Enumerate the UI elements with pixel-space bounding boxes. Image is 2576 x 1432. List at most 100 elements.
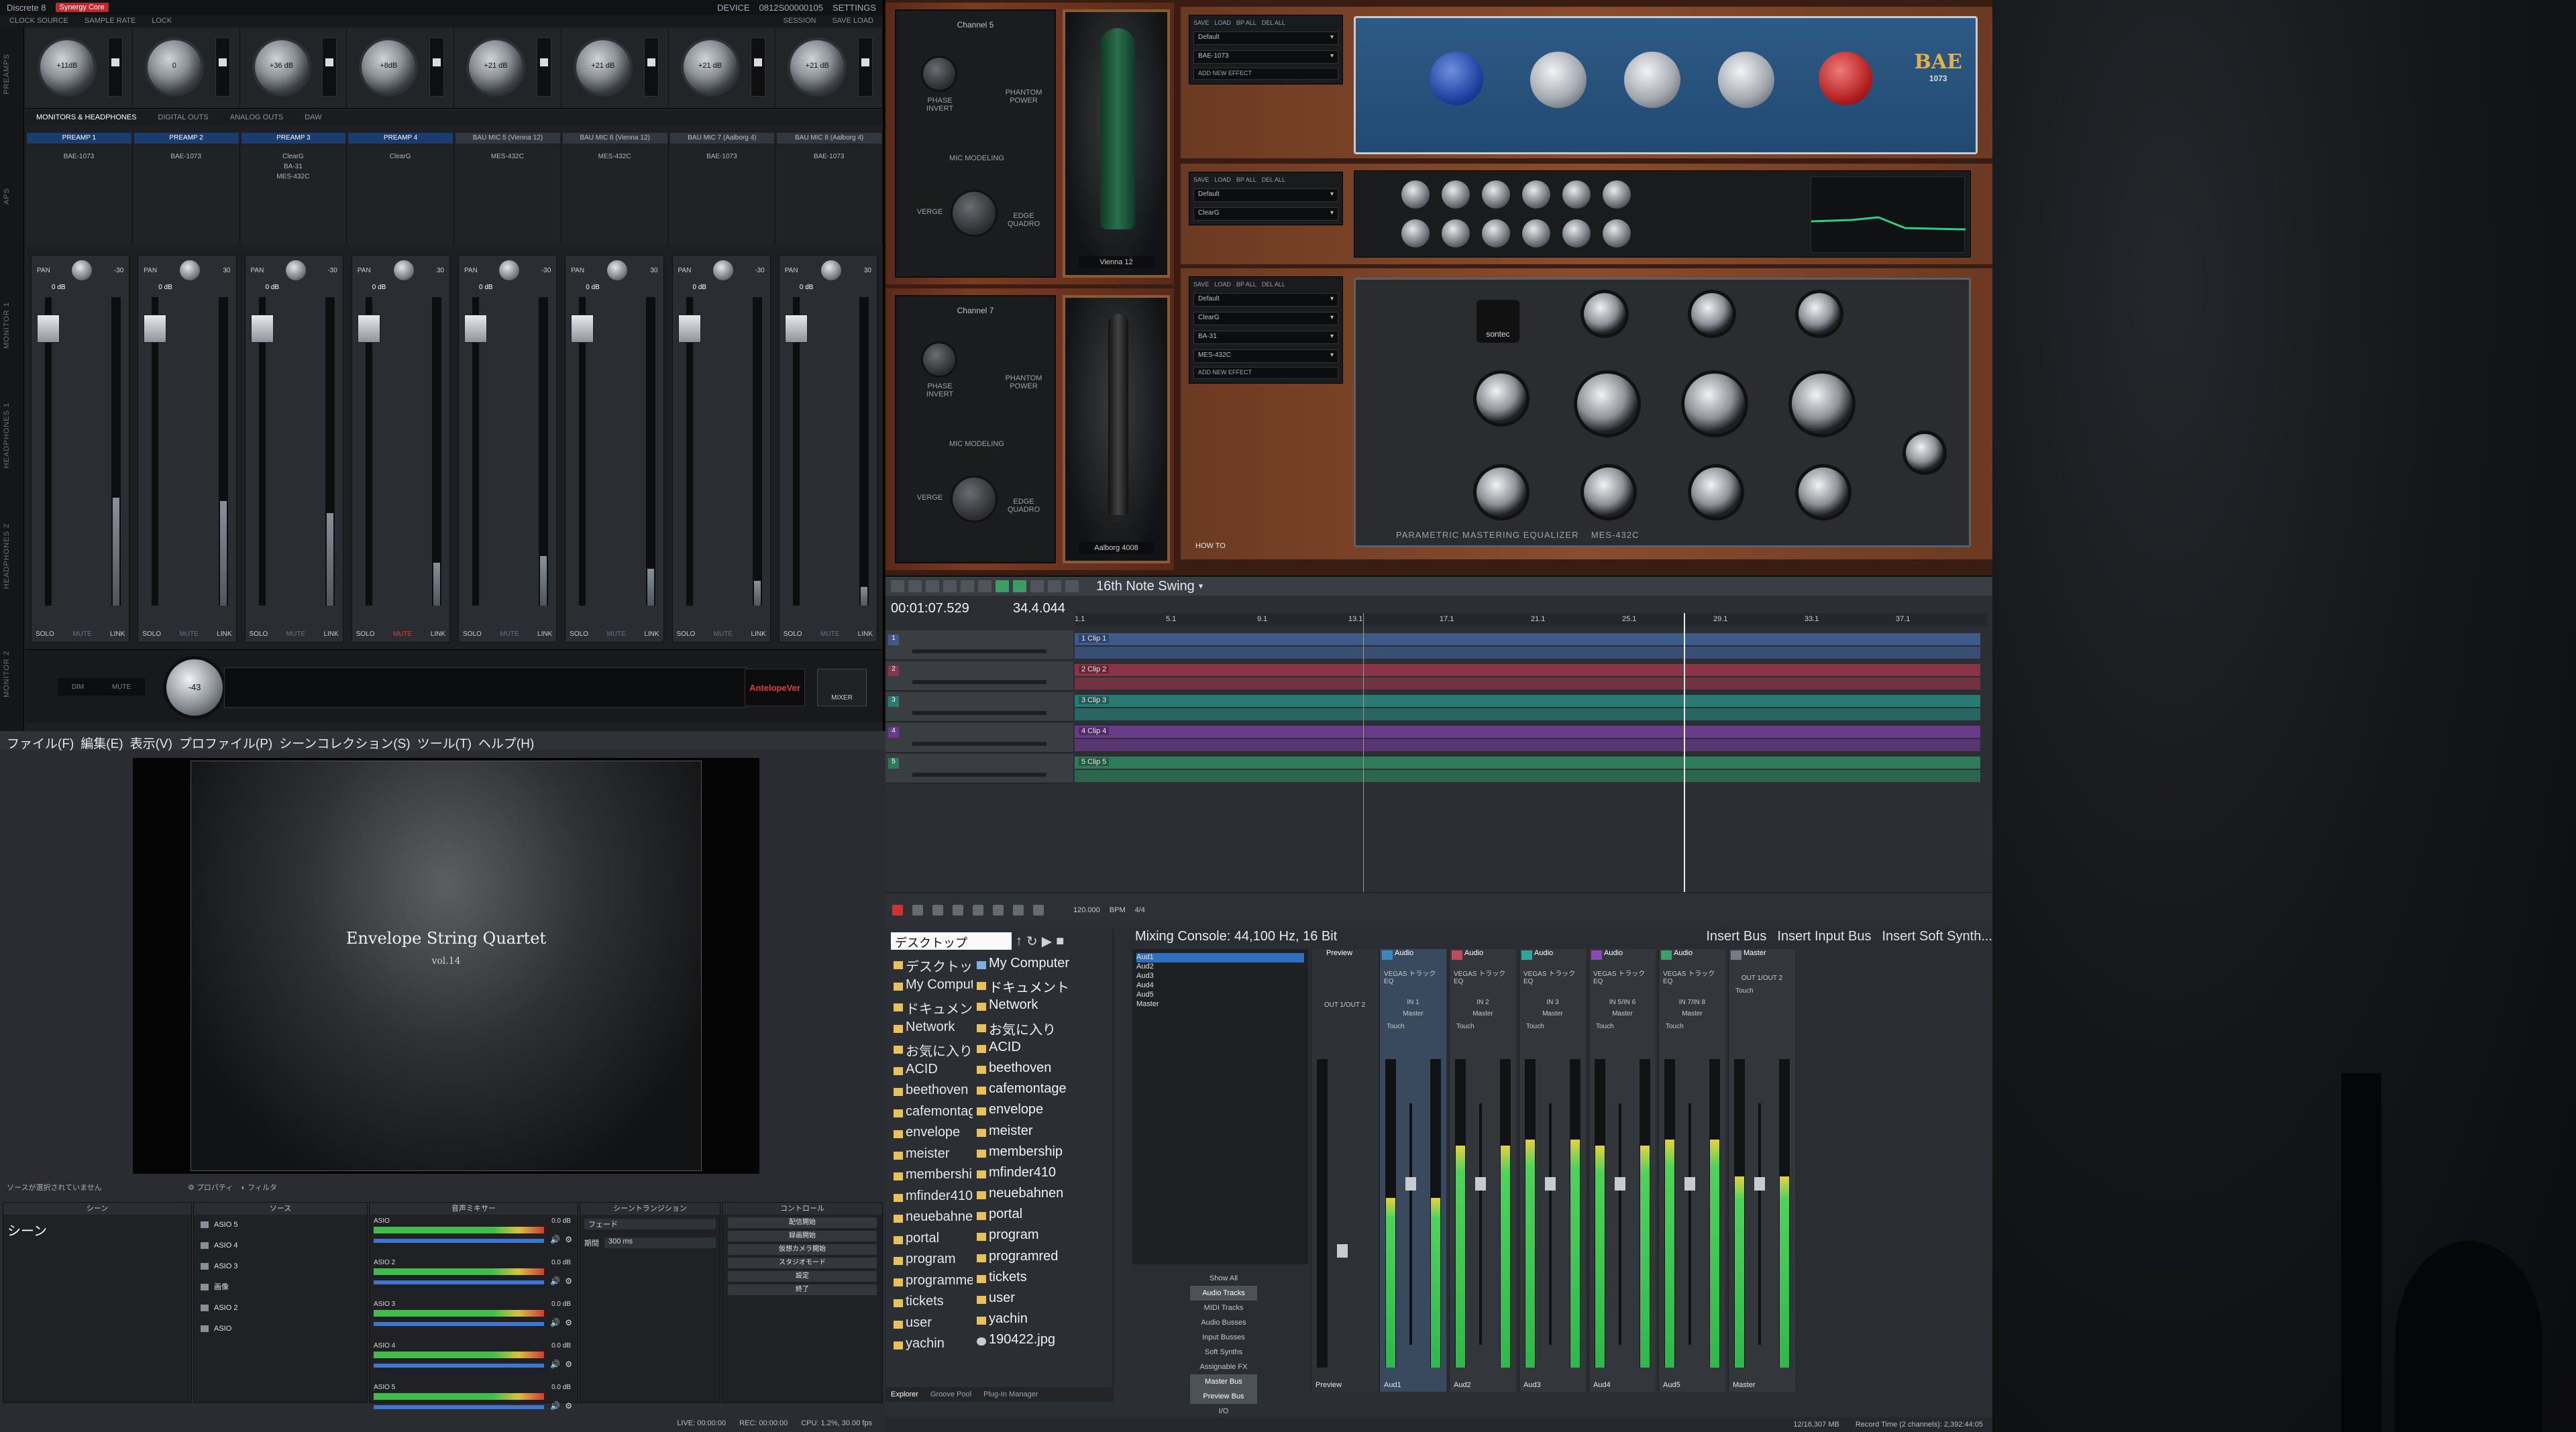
exit-button[interactable]: 終了 — [728, 1284, 877, 1295]
eq-knob[interactable] — [1401, 219, 1430, 247]
fader-handle[interactable] — [1754, 1177, 1765, 1191]
volume-slider[interactable] — [374, 1280, 544, 1284]
file-list-item[interactable]: tickets — [975, 1270, 1110, 1290]
mute-button[interactable]: MUTE — [820, 630, 839, 638]
fader-handle[interactable] — [571, 315, 594, 343]
sidebar-preamps[interactable]: PREAMPS — [3, 54, 11, 95]
gear-icon[interactable]: ⚙ — [565, 1318, 572, 1327]
source-item[interactable]: ASIO 3 — [194, 1256, 367, 1277]
file-list-item[interactable]: cafemontage — [975, 1081, 1110, 1102]
play-start-icon[interactable] — [932, 904, 943, 916]
channel-name[interactable]: PREAMP 3 — [241, 133, 346, 144]
erase-tool-icon[interactable] — [1065, 580, 1079, 592]
automation-mode[interactable]: Touch — [1589, 1023, 1656, 1030]
eq-knob[interactable] — [1477, 374, 1526, 423]
preamp-gain-knob[interactable]: +21 dB — [469, 40, 523, 94]
source-item[interactable]: 画像 — [194, 1277, 367, 1298]
folder-tree-item[interactable]: ACID — [885, 1062, 973, 1083]
pan-knob[interactable] — [285, 260, 306, 280]
mixer-tree-item[interactable]: Master — [1136, 1000, 1304, 1009]
automation-mode[interactable]: Touch — [1659, 1023, 1725, 1030]
sidebar-aps[interactable]: APS — [3, 188, 11, 205]
source-item[interactable]: ASIO 5 — [194, 1215, 367, 1235]
mic-select[interactable]: Vienna 12 — [1079, 256, 1154, 268]
pan-knob[interactable] — [393, 260, 414, 280]
volume-slider[interactable] — [374, 1322, 544, 1326]
speaker-icon[interactable]: 🔊 — [550, 1401, 560, 1411]
eq-knob[interactable] — [1691, 293, 1733, 335]
fader-handle[interactable] — [1545, 1177, 1556, 1191]
insert-slot[interactable]: BAE-1073 — [775, 145, 883, 244]
insert-soft-synth-button[interactable]: Insert Soft Synth... — [1882, 929, 1992, 944]
preamp-slider[interactable] — [643, 38, 659, 97]
solo-button[interactable]: SOLO — [356, 630, 375, 638]
folder-tree-item[interactable]: Network — [885, 1020, 973, 1041]
redo-icon[interactable] — [978, 580, 991, 592]
folder-tree-item[interactable]: cafemontage — [885, 1104, 973, 1125]
folder-tree-item[interactable]: デスクトップ — [885, 956, 973, 977]
link-button[interactable]: LINK — [751, 630, 766, 638]
folder-tree-item[interactable]: ドキュメント — [885, 998, 973, 1020]
groove-select[interactable]: 16th Note Swing — [1096, 579, 1195, 594]
channel-input[interactable]: IN 7/IN 8 — [1659, 999, 1725, 1006]
automation-mode[interactable]: Touch — [1380, 1023, 1446, 1030]
file-list-item[interactable]: membership — [975, 1144, 1110, 1165]
save-icon[interactable] — [926, 580, 939, 592]
gear-icon[interactable]: ⚙ — [565, 1401, 572, 1411]
mixer-view-option[interactable]: I/O — [1190, 1404, 1257, 1419]
source-item[interactable]: ASIO 2 — [194, 1298, 367, 1319]
mixer-view-option[interactable]: Soft Synths — [1190, 1345, 1257, 1360]
folder-tree-item[interactable]: membership — [885, 1167, 973, 1189]
filter-icon[interactable]: ◐ — [241, 1184, 246, 1192]
mute-button[interactable]: MUTE — [179, 630, 198, 638]
bypass-all-button[interactable]: BP ALL — [1236, 176, 1256, 183]
folder-tree-item[interactable]: neuebahnen — [885, 1209, 973, 1231]
gear-icon[interactable]: ⚙ — [565, 1360, 572, 1369]
track-volume-slider[interactable] — [912, 711, 1046, 715]
preamp-slider[interactable] — [215, 38, 230, 97]
explorer-path-select[interactable]: デスクトップ — [891, 932, 1012, 950]
plugin-slot[interactable]: ClearG ▾ — [1193, 207, 1338, 221]
channel-header[interactable]: Audio — [1380, 949, 1446, 961]
mute-button[interactable]: MUTE — [393, 630, 412, 638]
speaker-icon[interactable]: 🔊 — [550, 1318, 560, 1327]
load-fx-button[interactable]: LOAD — [1214, 281, 1231, 288]
open-icon[interactable] — [908, 580, 922, 592]
tab-daw[interactable]: DAW — [294, 111, 332, 125]
preamp-slider[interactable] — [858, 38, 873, 97]
clock-source[interactable]: CLOCK SOURCE — [9, 17, 68, 25]
eq-knob[interactable] — [1691, 467, 1741, 517]
audio-clip[interactable] — [1075, 633, 1980, 645]
file-list-item[interactable]: programred — [975, 1249, 1110, 1270]
channel-output[interactable]: OUT 1/OUT 2 — [1311, 1001, 1378, 1009]
pan-knob[interactable] — [607, 260, 628, 280]
plugin-slot[interactable]: MES-432C ▾ — [1193, 349, 1338, 363]
eq-knob[interactable] — [1624, 52, 1680, 108]
new-icon[interactable] — [891, 580, 904, 592]
source-item[interactable]: ASIO — [194, 1319, 367, 1339]
mixer-tree-item[interactable]: Aud5 — [1136, 991, 1304, 1000]
eq-knob[interactable] — [1562, 219, 1591, 247]
eq-knob[interactable] — [1530, 52, 1587, 108]
track-header[interactable]: 2 — [885, 661, 1073, 691]
eq-knob[interactable] — [1401, 180, 1430, 209]
channel-output-bus[interactable]: Master — [1659, 1010, 1725, 1017]
eq-knob[interactable] — [1792, 374, 1852, 434]
fader-handle[interactable] — [678, 315, 701, 343]
file-list-item[interactable]: Network — [975, 997, 1110, 1018]
fader-handle[interactable] — [1475, 1177, 1486, 1191]
output-knob[interactable] — [1819, 52, 1872, 105]
eq-knob[interactable] — [1562, 180, 1591, 209]
file-list-item[interactable]: 190422.jpg — [975, 1332, 1110, 1353]
device-serial[interactable]: 0812S00000105 — [759, 3, 823, 13]
eq-knob[interactable] — [1577, 374, 1638, 434]
mic-image[interactable]: Aalborg 4008 — [1063, 295, 1170, 563]
folder-tree-item[interactable]: program — [885, 1252, 973, 1273]
eq-knob[interactable] — [1522, 219, 1550, 247]
scene-item[interactable]: シーン — [3, 1215, 191, 1245]
load-fx-button[interactable]: LOAD — [1214, 19, 1231, 26]
channel-name[interactable]: PREAMP 4 — [348, 133, 453, 144]
level-knob[interactable] — [1906, 434, 1943, 472]
tab-monitors[interactable]: MONITORS & HEADPHONES — [25, 111, 148, 125]
file-list-item[interactable]: お気に入り — [975, 1019, 1110, 1040]
